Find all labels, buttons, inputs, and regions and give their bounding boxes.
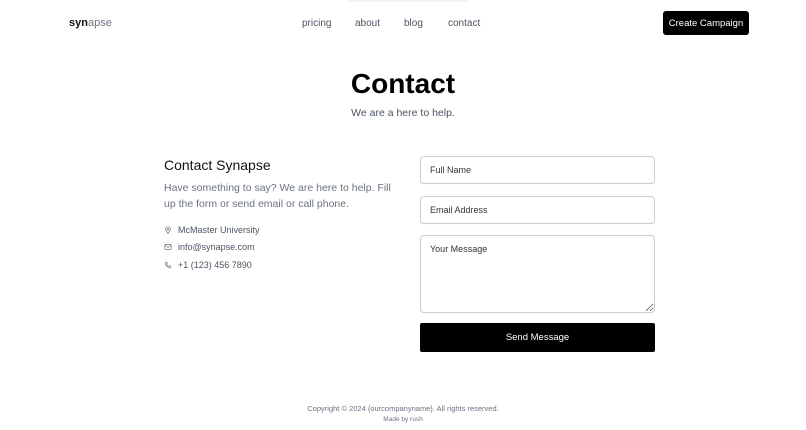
footer-made-by: Made by rush (383, 416, 423, 423)
phone-icon (164, 261, 172, 269)
page-subtitle: We are a here to help. (351, 107, 455, 119)
logo[interactable]: synapse (69, 17, 112, 29)
contact-info-text: Have something to say? We are here to he… (164, 182, 391, 210)
location-text: McMaster University (178, 225, 260, 235)
logo-light-part: apse (87, 17, 112, 29)
phone-text[interactable]: +1 (123) 456 7890 (178, 260, 252, 270)
message-field[interactable] (420, 235, 655, 313)
phone-item[interactable]: +1 (123) 456 7890 (164, 260, 252, 270)
mail-icon (164, 244, 172, 250)
send-message-button[interactable]: Send Message (420, 323, 655, 352)
full-name-field[interactable] (420, 156, 655, 184)
top-navbar: synapse pricing about blog contact Creat… (0, 0, 806, 46)
email-text[interactable]: info@synapse.com (178, 242, 255, 252)
location-item: McMaster University (164, 225, 260, 235)
top-decoration-pill (347, 0, 469, 2)
create-campaign-button[interactable]: Create Campaign (663, 11, 749, 35)
nav-link-blog[interactable]: blog (404, 18, 423, 29)
nav-link-about[interactable]: about (355, 18, 380, 29)
email-field[interactable] (420, 196, 655, 224)
page-title: Contact (350, 68, 456, 99)
logo-bold-part: syn (69, 17, 88, 29)
nav-link-contact[interactable]: contact (448, 18, 480, 29)
email-item[interactable]: info@synapse.com (164, 242, 255, 252)
nav-link-pricing[interactable]: pricing (302, 18, 331, 29)
contact-info-title: Contact Synapse (164, 157, 271, 173)
footer-copyright: Copyright © 2024 {ourcompanyname}. All r… (307, 404, 499, 413)
location-pin-icon (165, 226, 171, 234)
